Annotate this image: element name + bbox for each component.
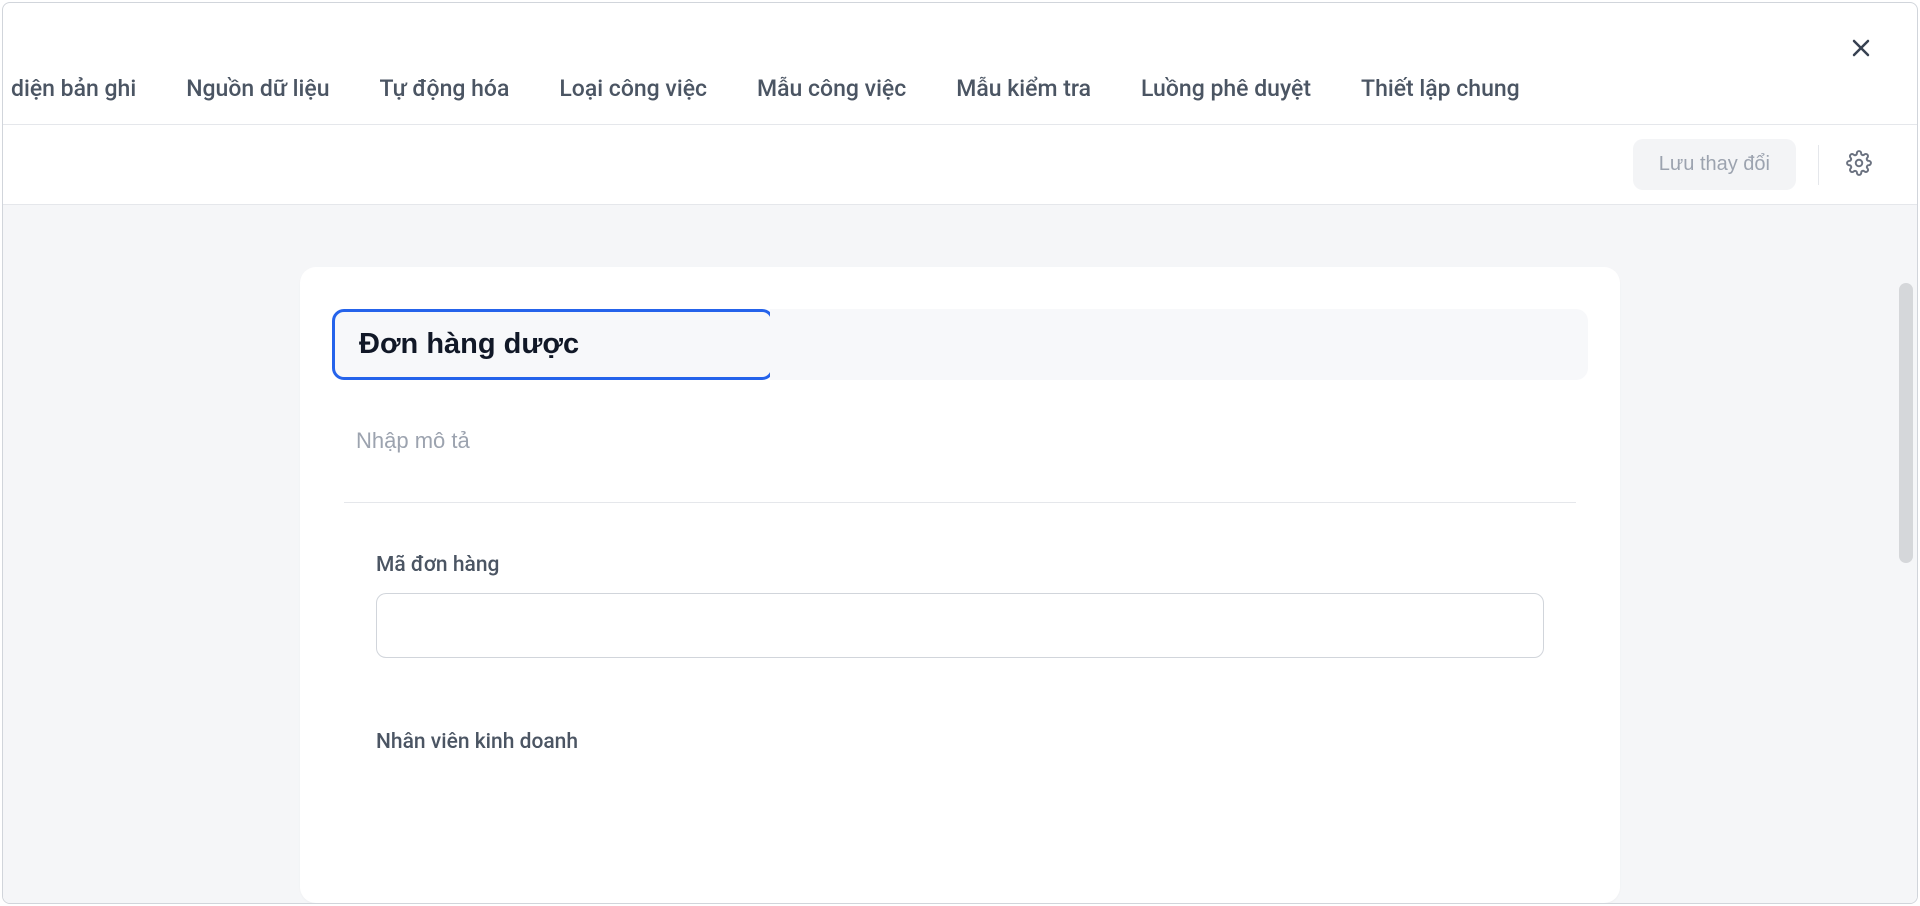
- tab-task-type[interactable]: Loại công việc: [559, 75, 707, 102]
- modal-header: [3, 3, 1917, 75]
- content-area: Mã đơn hàng Nhân viên kinh doanh: [3, 205, 1917, 903]
- close-button[interactable]: [1845, 33, 1877, 65]
- form-card: Mã đơn hàng Nhân viên kinh doanh: [300, 267, 1620, 903]
- tab-check-template[interactable]: Mẫu kiểm tra: [956, 75, 1091, 102]
- tab-approval-flow[interactable]: Luồng phê duyệt: [1141, 75, 1311, 102]
- gear-icon: [1846, 150, 1872, 179]
- title-input-wrapper: [332, 309, 774, 380]
- tabs-row: diện bản ghi Nguồn dữ liệu Tự động hóa L…: [3, 75, 1917, 125]
- description-input[interactable]: [332, 420, 1588, 502]
- settings-button[interactable]: [1841, 147, 1877, 183]
- toolbar-row: Lưu thay đổi: [3, 125, 1917, 205]
- scrollbar-track[interactable]: [1899, 283, 1913, 603]
- close-icon: [1849, 36, 1873, 63]
- order-code-input[interactable]: [376, 593, 1544, 658]
- form-field-sales-staff: Nhân viên kinh doanh: [332, 730, 1588, 754]
- tab-general-settings[interactable]: Thiết lập chung: [1361, 75, 1520, 102]
- tab-record-interface[interactable]: diện bản ghi: [11, 75, 136, 102]
- modal-container: diện bản ghi Nguồn dữ liệu Tự động hóa L…: [2, 2, 1918, 904]
- form-field-order-code: Mã đơn hàng: [332, 553, 1588, 658]
- tab-data-source[interactable]: Nguồn dữ liệu: [186, 75, 329, 102]
- title-row: [332, 309, 1588, 380]
- toolbar-divider: [1818, 145, 1819, 185]
- tab-task-template[interactable]: Mẫu công việc: [757, 75, 906, 102]
- form-divider: [344, 502, 1576, 503]
- field-label-sales-staff: Nhân viên kinh doanh: [376, 730, 1544, 754]
- title-extension: [770, 309, 1588, 380]
- scrollbar-thumb[interactable]: [1899, 283, 1913, 563]
- field-label-order-code: Mã đơn hàng: [376, 553, 1544, 577]
- tab-automation[interactable]: Tự động hóa: [380, 75, 510, 102]
- title-input[interactable]: [335, 312, 771, 377]
- save-button[interactable]: Lưu thay đổi: [1633, 139, 1796, 190]
